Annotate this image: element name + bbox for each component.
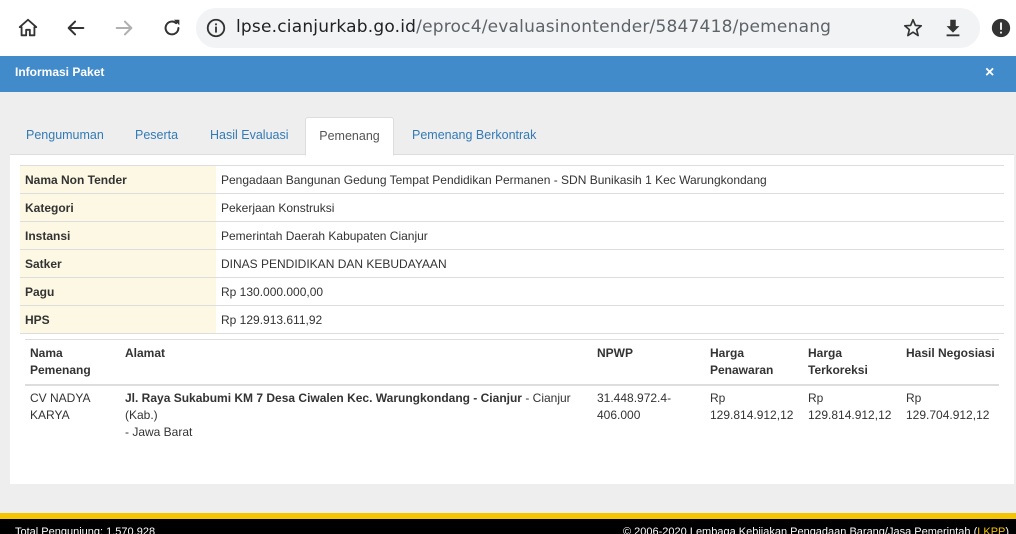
url-text[interactable]: lpse.cianjurkab.go.id/eproc4/evaluasinon…	[236, 17, 831, 37]
header-harga-penawaran: Harga Penawaran	[710, 345, 773, 379]
visitor-count: Total Pengunjung: 1.570.928	[15, 526, 156, 534]
tab-peserta[interactable]: Peserta	[135, 117, 178, 155]
header-text: Terkoreksi	[808, 363, 868, 377]
cell-text: 406.000	[597, 408, 641, 422]
cell-hasil-negosiasi: Rp 129.704.912,12	[906, 390, 989, 424]
lkpp-link[interactable]: LKPP	[977, 526, 1005, 534]
url-path: /eproc4/evaluasinontender/5847418/pemena…	[416, 17, 832, 37]
cell-text: Rp	[906, 391, 922, 405]
info-label: Nama Non Tender	[20, 166, 216, 193]
cell-text: Rp	[710, 391, 726, 405]
cell-text: KARYA	[30, 408, 70, 422]
info-row: Satker DINAS PENDIDIKAN DAN KEBUDAYAAN	[20, 249, 1004, 277]
info-value: DINAS PENDIDIKAN DAN KEBUDAYAAN	[221, 257, 447, 271]
copyright: © 2006-2020 Lembaga Kebijakan Pengadaan …	[623, 526, 1009, 534]
cell-text: 129.704.912,12	[906, 408, 990, 422]
cell-text: 31.448.972.4-	[597, 391, 672, 405]
tab-pengumuman[interactable]: Pengumuman	[26, 117, 104, 155]
info-value: Pengadaan Bangunan Gedung Tempat Pendidi…	[221, 173, 767, 187]
header-hasil-negosiasi: Hasil Negosiasi	[906, 346, 995, 360]
star-icon[interactable]	[897, 12, 929, 44]
cell-text: CV NADYA	[30, 391, 91, 405]
info-value: Pemerintah Daerah Kabupaten Cianjur	[221, 229, 428, 243]
cell-nama-pemenang: CV NADYA KARYA	[30, 390, 90, 424]
modal-title: Informasi Paket	[15, 65, 105, 79]
cell-text: 129.814.912,12	[710, 408, 794, 422]
header-text: Pemenang	[30, 363, 91, 377]
copyright-end: )	[1005, 526, 1010, 534]
winner-table-border	[25, 339, 999, 340]
info-row: Kategori Pekerjaan Konstruksi	[20, 193, 1004, 221]
reload-icon[interactable]	[156, 12, 188, 44]
modal-header	[0, 56, 1016, 92]
cell-harga-penawaran: Rp 129.814.912,12	[710, 390, 793, 424]
header-text: Harga	[710, 346, 745, 360]
back-icon[interactable]	[60, 12, 92, 44]
close-icon[interactable]: ×	[985, 64, 994, 82]
info-label: Instansi	[20, 222, 216, 249]
url-host: lpse.cianjurkab.go.id	[236, 17, 417, 37]
header-nama-pemenang: Nama Pemenang	[30, 345, 91, 379]
cell-alamat: Jl. Raya Sukabumi KM 7 Desa Ciwalen Kec.…	[125, 390, 587, 441]
tab-hasil-evaluasi[interactable]: Hasil Evaluasi	[210, 117, 289, 155]
home-icon[interactable]	[12, 12, 44, 44]
download-icon[interactable]	[937, 12, 969, 44]
info-row: Pagu Rp 130.000.000,00	[20, 277, 1004, 305]
tab-pemenang-berkontrak[interactable]: Pemenang Berkontrak	[412, 117, 536, 155]
cell-text: 129.814.912,12	[808, 408, 892, 422]
header-alamat: Alamat	[125, 346, 166, 360]
info-value: Rp 130.000.000,00	[221, 285, 324, 299]
info-row: Nama Non Tender Pengadaan Bangunan Gedun…	[20, 165, 1004, 193]
info-icon[interactable]	[200, 12, 232, 44]
header-text: Nama	[30, 346, 63, 360]
alert-icon[interactable]	[985, 12, 1016, 44]
header-harga-terkoreksi: Harga Terkoreksi	[808, 345, 868, 379]
info-label: Kategori	[20, 194, 216, 221]
info-label: Satker	[20, 250, 216, 277]
header-npwp: NPWP	[597, 346, 633, 360]
cell-npwp: 31.448.972.4- 406.000	[597, 390, 671, 424]
info-value: Rp 129.913.611,92	[221, 313, 323, 327]
copyright-text: © 2006-2020 Lembaga Kebijakan Pengadaan …	[623, 526, 978, 534]
info-label: HPS	[20, 306, 216, 333]
info-row: Instansi Pemerintah Daerah Kabupaten Cia…	[20, 221, 1004, 249]
forward-icon[interactable]	[108, 12, 140, 44]
alamat-jalan: Jl. Raya Sukabumi KM 7 Desa Ciwalen Kec.…	[125, 391, 522, 405]
info-label: Pagu	[20, 278, 216, 305]
cell-text: Rp	[808, 391, 824, 405]
tab-pemenang[interactable]: Pemenang	[305, 117, 394, 156]
header-divider	[25, 384, 999, 386]
header-text: Harga	[808, 346, 843, 360]
cell-harga-terkoreksi: Rp 129.814.912,12	[808, 390, 891, 424]
info-row: HPS Rp 129.913.611,92	[20, 305, 1004, 334]
alamat-provinsi: - Jawa Barat	[125, 425, 193, 439]
header-text: Penawaran	[710, 363, 774, 377]
info-value: Pekerjaan Konstruksi	[221, 201, 335, 215]
